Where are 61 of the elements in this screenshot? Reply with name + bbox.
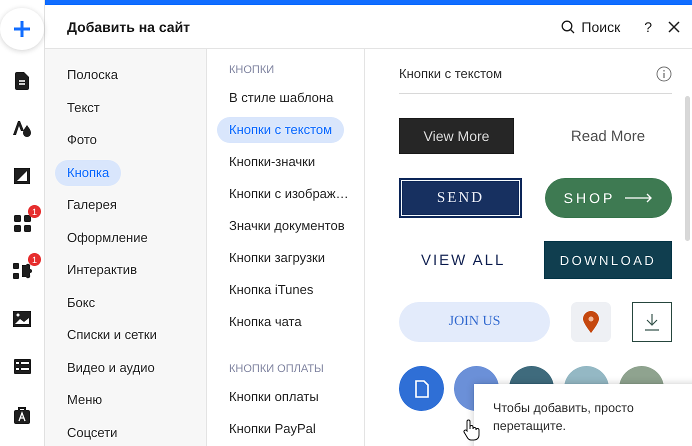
document-icon bbox=[15, 72, 29, 90]
download-icon-button[interactable] bbox=[632, 302, 672, 342]
panel-title: Добавить на сайт bbox=[67, 18, 192, 34]
scrollbar[interactable] bbox=[685, 96, 690, 241]
round-document-button[interactable] bbox=[399, 366, 444, 411]
location-button[interactable] bbox=[571, 302, 611, 342]
subcategory-item[interactable]: Кнопка iTunes bbox=[217, 277, 326, 303]
rail-button[interactable]: 1 bbox=[5, 207, 39, 240]
category-item[interactable]: Галерея bbox=[55, 192, 129, 218]
subcategory-item[interactable]: Кнопки загрузки bbox=[217, 245, 338, 271]
view-all-button[interactable]: VIEW ALL bbox=[399, 240, 527, 280]
subcategory-item[interactable]: Кнопки оплаты bbox=[217, 384, 331, 410]
section-heading: КНОПКИ ОПЛАТЫ bbox=[228, 362, 325, 377]
send-button[interactable]: SEND bbox=[399, 178, 522, 218]
section-heading: КНОПКИ bbox=[228, 63, 276, 78]
view-more-button[interactable]: View More bbox=[399, 118, 514, 154]
background-icon bbox=[14, 168, 30, 184]
close-icon bbox=[668, 20, 680, 32]
subcategory-item[interactable]: Кнопки с текстом bbox=[217, 117, 344, 143]
join-us-button[interactable]: JOIN US bbox=[399, 302, 550, 342]
read-more-button[interactable]: Read More bbox=[544, 116, 672, 156]
subcategory-item[interactable]: Значки документов bbox=[217, 213, 357, 239]
category-item[interactable]: Текст bbox=[55, 94, 112, 120]
document-icon bbox=[414, 380, 428, 398]
shop-button[interactable]: SHOP bbox=[545, 178, 672, 218]
category-item[interactable]: Видео и аудио bbox=[55, 354, 167, 380]
category-item[interactable]: Интерактив bbox=[55, 257, 149, 283]
puzzle-icon bbox=[12, 262, 32, 280]
category-item[interactable]: Бокс bbox=[55, 290, 108, 316]
info-icon[interactable] bbox=[656, 66, 672, 82]
brush-drop-icon bbox=[12, 119, 32, 138]
category-item[interactable]: Оформление bbox=[55, 224, 160, 250]
help-button[interactable]: ? bbox=[644, 18, 652, 34]
image-icon bbox=[13, 311, 31, 328]
tooltip-text: Чтобы добавить, просто перетащите. bbox=[493, 400, 635, 435]
subcategory-item[interactable]: В стиле шаблона bbox=[217, 85, 346, 111]
download-icon bbox=[644, 313, 660, 331]
subcategory-item[interactable]: Кнопка чата bbox=[217, 309, 314, 335]
arrow-icon bbox=[625, 193, 654, 203]
subcategory-item[interactable]: Кнопки PayPal bbox=[217, 416, 328, 442]
bag-icon bbox=[14, 406, 30, 424]
download-button[interactable]: DOWNLOAD bbox=[544, 241, 672, 279]
notification-badge: 1 bbox=[28, 253, 41, 266]
notification-badge: 1 bbox=[28, 205, 41, 218]
section-title: Кнопки с текстом bbox=[399, 66, 502, 81]
close-button[interactable] bbox=[668, 20, 680, 32]
subcategory-item[interactable]: Кнопки-значки bbox=[217, 149, 328, 175]
category-item[interactable]: Фото bbox=[55, 127, 109, 153]
category-item[interactable]: Соцсети bbox=[55, 420, 130, 446]
category-item[interactable]: Кнопка bbox=[55, 160, 122, 186]
category-item[interactable]: Меню bbox=[55, 387, 114, 413]
plus-icon bbox=[12, 19, 32, 40]
subcategory-item[interactable]: Кнопки с изображ… bbox=[217, 181, 361, 207]
search-button[interactable]: Поиск bbox=[561, 18, 620, 34]
category-item[interactable]: Полоска bbox=[55, 62, 130, 88]
apps-grid-icon bbox=[14, 215, 30, 232]
search-icon bbox=[561, 20, 576, 34]
rail-button[interactable]: 1 bbox=[5, 255, 39, 288]
location-pin-icon bbox=[583, 311, 599, 333]
table-icon bbox=[14, 359, 30, 374]
category-item[interactable]: Списки и сетки bbox=[55, 322, 169, 348]
